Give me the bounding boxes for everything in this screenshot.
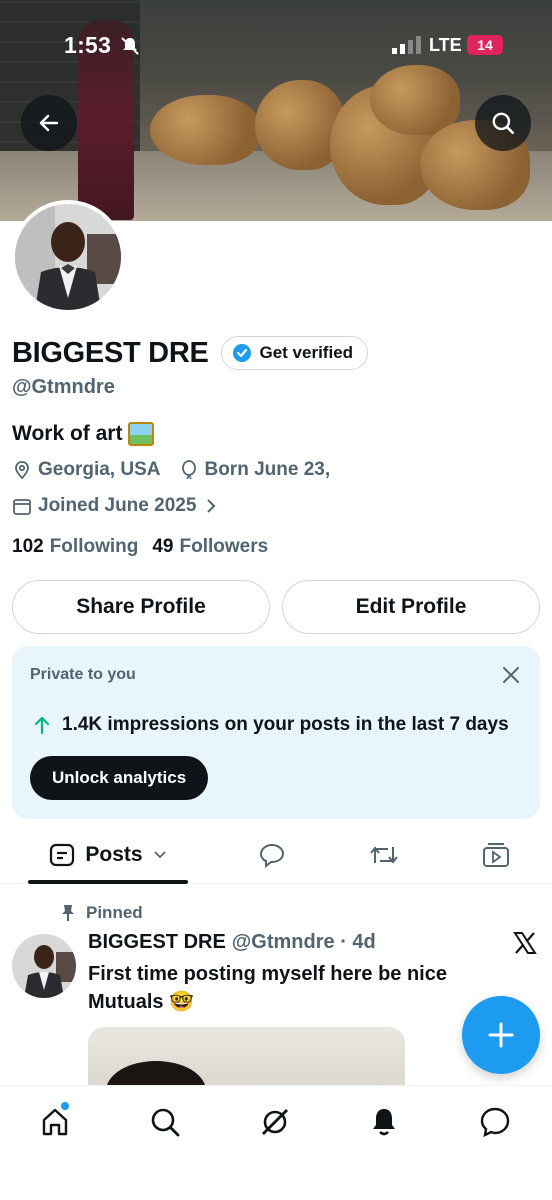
pin-icon <box>62 905 74 921</box>
balloon-icon <box>182 460 197 480</box>
bottom-navigation <box>0 1085 552 1200</box>
joined: Joined June 2025 <box>12 495 224 517</box>
bio-text: Work of art <box>12 422 123 445</box>
reply-bubble-icon <box>259 843 285 868</box>
video-icon <box>483 843 509 867</box>
profile-meta-row: Georgia, USA Born June 23, <box>12 459 350 481</box>
grok-icon <box>262 1109 288 1135</box>
arrow-left-icon <box>39 114 59 132</box>
birthday: Born June 23, <box>180 459 330 481</box>
birthday-text: Born June 23, <box>204 459 331 480</box>
tab-reposts[interactable] <box>354 826 414 884</box>
profile-tabs: Posts <box>0 826 552 884</box>
pinned-label: Pinned <box>86 903 143 922</box>
avatar-photo <box>12 934 76 998</box>
get-verified-label: Get verified <box>259 343 354 362</box>
post-text: First time posting myself here be nice M… <box>88 963 447 1013</box>
framed-picture-icon <box>128 422 155 446</box>
followers-link[interactable]: 49 Followers <box>152 536 268 558</box>
media-subject <box>106 1061 206 1087</box>
status-time: 1:53 <box>64 32 112 58</box>
unlock-analytics-button[interactable]: Unlock analytics <box>30 756 209 800</box>
message-icon <box>480 1107 510 1138</box>
location: Georgia, USA <box>12 459 160 481</box>
tab-replies[interactable] <box>242 826 302 884</box>
plus-icon <box>488 1022 514 1048</box>
profile-name: BIGGEST DRE <box>12 336 209 369</box>
arrow-up-icon <box>34 716 50 735</box>
analytics-card: Private to you 1.4K impressions on your … <box>12 646 540 819</box>
pinned-indicator: Pinned <box>60 903 143 923</box>
chevron-right-icon <box>207 499 216 513</box>
nav-notifications[interactable] <box>354 1100 414 1144</box>
home-icon <box>42 1108 68 1136</box>
back-button[interactable] <box>21 95 77 151</box>
tab-posts[interactable]: Posts <box>28 826 188 884</box>
post-handle-time: @Gtmndre · 4d <box>231 931 376 953</box>
chevron-down-icon <box>153 851 166 859</box>
x-logo-icon <box>513 932 537 954</box>
post-author-avatar[interactable] <box>12 934 76 998</box>
active-tab-underline <box>28 880 188 884</box>
network-label: LTE <box>429 35 462 55</box>
bell-icon <box>373 1109 395 1136</box>
edit-profile-button[interactable]: Edit Profile <box>282 580 540 634</box>
get-verified-button[interactable]: Get verified <box>220 336 369 370</box>
nav-search[interactable] <box>135 1100 195 1144</box>
posts-icon <box>50 843 75 867</box>
post-media-image[interactable] <box>88 1027 405 1087</box>
joined-row[interactable]: Joined June 2025 <box>12 495 244 517</box>
tab-posts-label: Posts <box>85 843 143 866</box>
followers-label: Followers <box>179 536 269 557</box>
repost-icon <box>370 846 398 864</box>
search-icon <box>151 1108 180 1137</box>
signal-icon <box>392 36 421 54</box>
impressions-stat: 1.4K impressions on your posts in the la… <box>32 714 509 736</box>
following-link[interactable]: 102 Following <box>12 536 138 558</box>
following-count: 102 <box>12 536 44 557</box>
status-bar: 1:53 LTE 14 <box>0 0 552 90</box>
search-icon <box>492 112 515 135</box>
follow-stats: 102 Following 49 Followers <box>12 536 282 558</box>
tab-media[interactable] <box>466 826 526 884</box>
following-label: Following <box>49 536 139 557</box>
location-pin-icon <box>15 461 29 480</box>
banner-lion <box>150 95 260 165</box>
profile-handle: @Gtmndre <box>12 376 115 398</box>
profile-avatar[interactable] <box>11 200 125 314</box>
bell-muted-icon <box>121 37 139 55</box>
post-author-name[interactable]: BIGGEST DRE <box>88 931 226 954</box>
close-icon[interactable] <box>500 664 522 686</box>
followers-count: 49 <box>152 536 174 557</box>
calendar-icon <box>13 499 31 515</box>
notification-dot <box>61 1102 69 1110</box>
compose-post-button[interactable] <box>462 996 540 1074</box>
nav-home[interactable] <box>25 1100 85 1144</box>
avatar-photo <box>15 204 121 310</box>
impressions-text: 1.4K impressions on your posts in the la… <box>62 714 509 735</box>
nav-messages[interactable] <box>465 1100 525 1144</box>
private-label: Private to you <box>30 666 136 683</box>
nav-grok[interactable] <box>245 1100 305 1144</box>
name-row: BIGGEST DRE Get verified <box>12 336 369 370</box>
joined-text: Joined June 2025 <box>38 495 197 516</box>
post-header: BIGGEST DRE @Gtmndre · 4d <box>88 931 376 954</box>
verified-badge-icon <box>232 344 251 362</box>
search-button[interactable] <box>475 95 531 151</box>
battery-indicator: 14 <box>467 35 503 55</box>
share-profile-button[interactable]: Share Profile <box>12 580 270 634</box>
profile-bio: Work of art <box>12 422 155 446</box>
location-text: Georgia, USA <box>38 459 161 480</box>
